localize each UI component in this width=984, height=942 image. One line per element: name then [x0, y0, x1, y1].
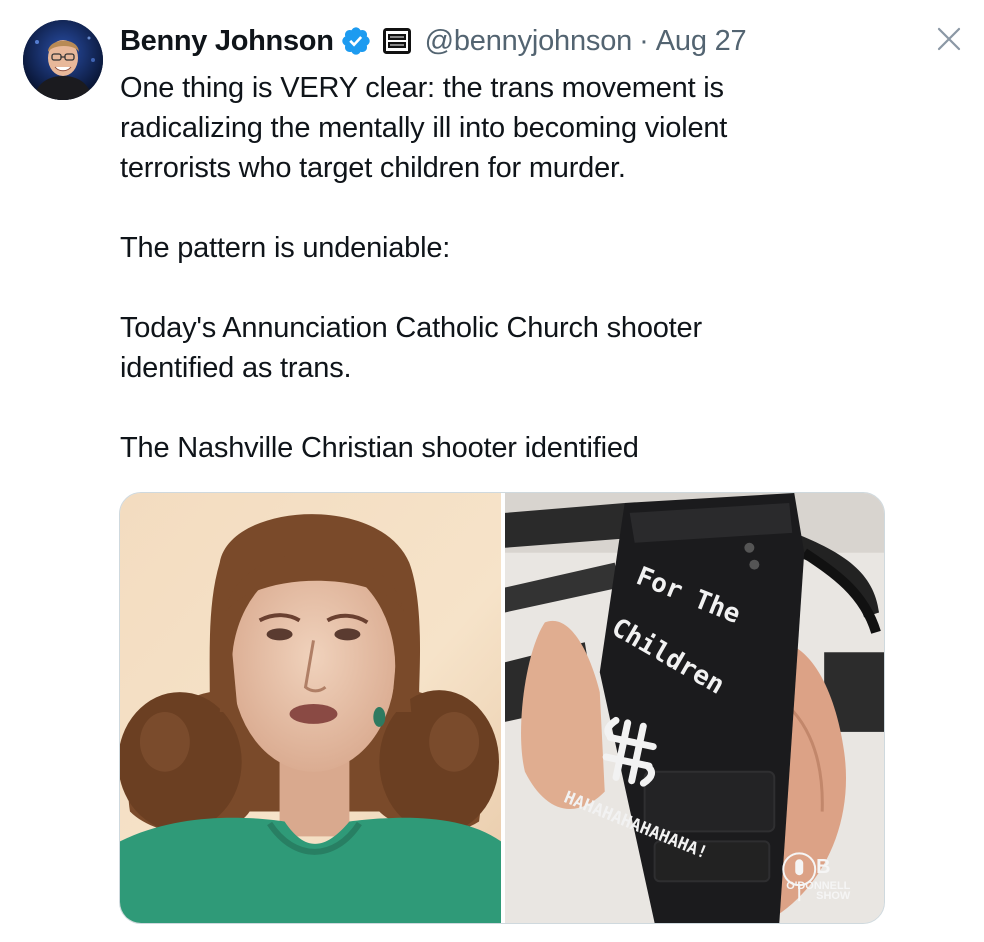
author-display-name[interactable]: Benny Johnson — [120, 25, 334, 58]
svg-text:SHOW: SHOW — [816, 890, 851, 902]
tweet-header: Benny Johnson @bennyjohnson · Aug 27 — [120, 20, 747, 62]
tweet-text-line: radicalizing the mentally ill into becom… — [120, 112, 728, 144]
rifle-magazine-photo: For The Children HAHAHAHAHAHAHA! B O'DON… — [504, 493, 884, 923]
author-avatar[interactable] — [23, 20, 103, 100]
close-icon — [937, 27, 961, 51]
svg-text:B: B — [816, 856, 830, 878]
verified-badge-icon[interactable] — [340, 25, 372, 57]
benny-show-logo[interactable] — [382, 28, 411, 54]
media-photo-left[interactable] — [120, 493, 501, 923]
tweet-text-line: terrorists who target children for murde… — [120, 152, 626, 184]
author-handle[interactable]: @bennyjohnson — [425, 25, 633, 58]
close-button[interactable] — [932, 22, 966, 56]
tweet-text-line: identified as trans. — [120, 352, 352, 384]
person-portrait-photo — [120, 493, 501, 923]
header-separator: · — [639, 24, 649, 57]
tweet-text-line: Today's Annunciation Catholic Church sho… — [120, 312, 702, 344]
tweet-text: One thing is VERY clear: the trans movem… — [120, 68, 920, 468]
tweet-date[interactable]: Aug 27 — [656, 25, 747, 58]
media-photo-right[interactable]: For The Children HAHAHAHAHAHAHA! B O'DON… — [504, 493, 884, 923]
tweet-text-line: The pattern is undeniable: — [120, 232, 451, 264]
tweet-text-line: The Nashville Christian shooter identifi… — [120, 432, 639, 464]
tweet-media: For The Children HAHAHAHAHAHAHA! B O'DON… — [119, 492, 885, 924]
tweet-text-line: One thing is VERY clear: the trans movem… — [120, 72, 724, 104]
avatar-image — [23, 20, 103, 100]
